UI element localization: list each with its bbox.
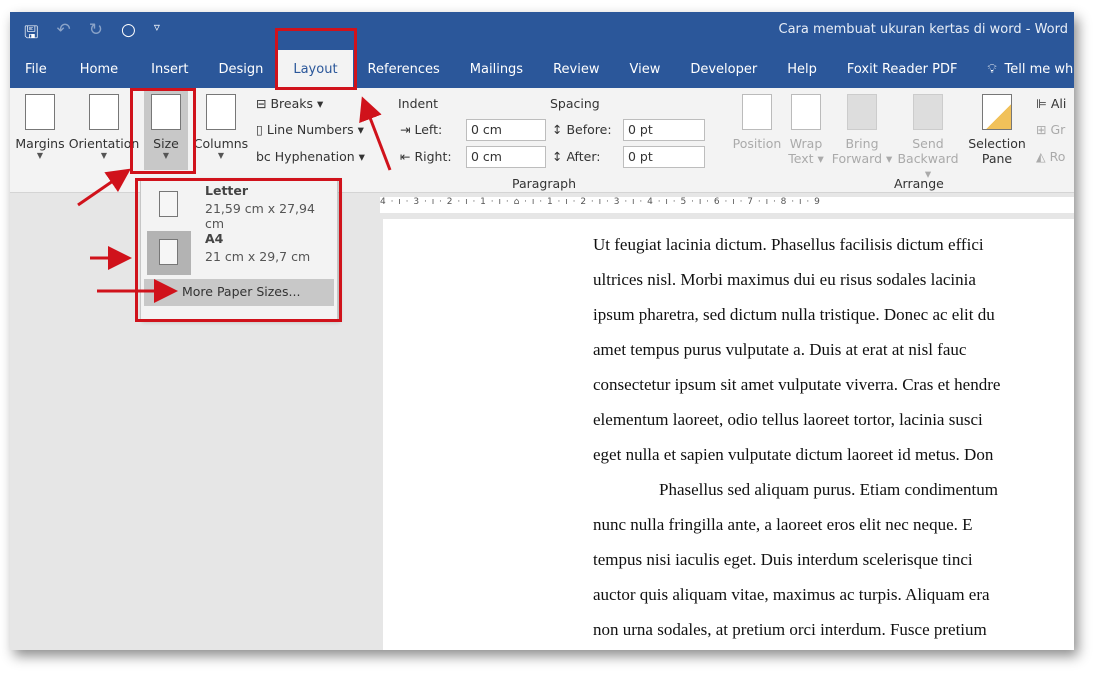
arrow-to-layout [359, 96, 392, 171]
annotation-arrows [77, 96, 392, 303]
arrow-to-size [77, 168, 131, 207]
